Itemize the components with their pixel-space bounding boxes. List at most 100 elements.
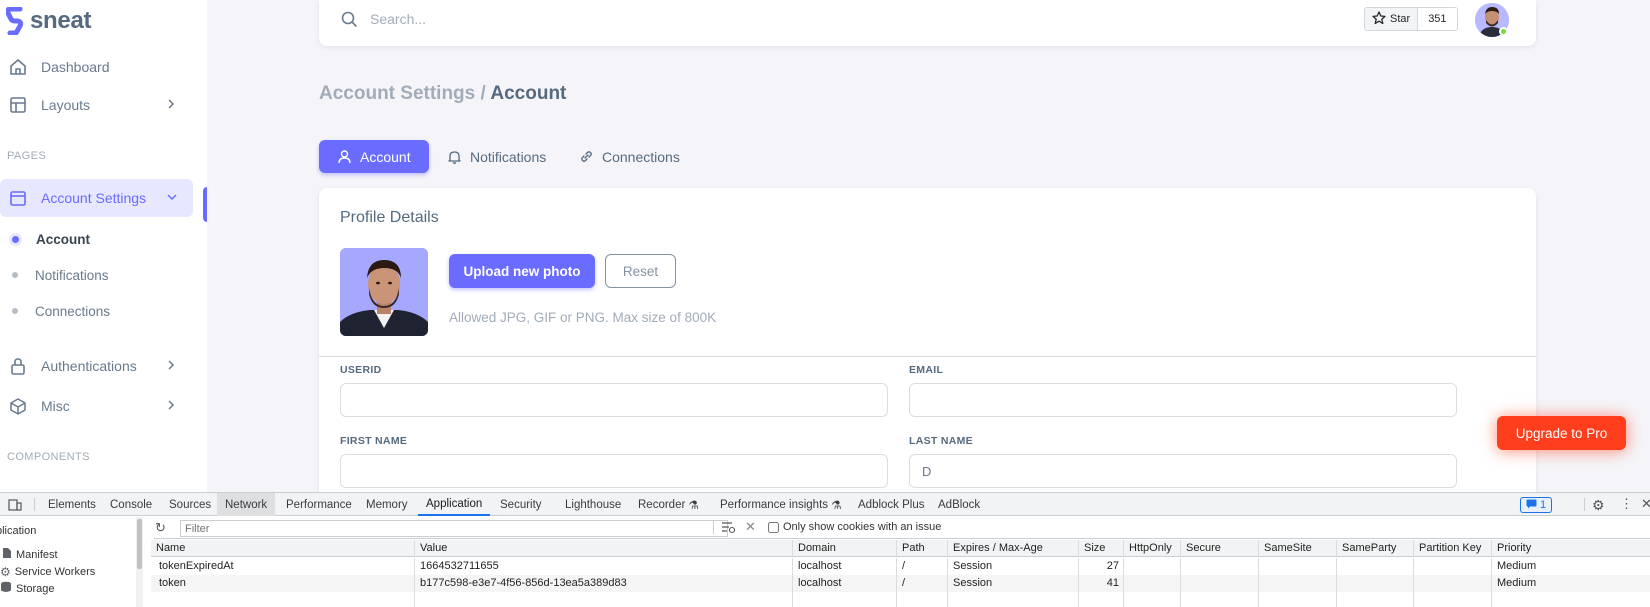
cell-secure [1181,558,1259,575]
column-header-secure[interactable]: Secure [1181,540,1259,557]
only-issues-checkbox[interactable] [768,522,779,533]
page-title: Account Settings / Account [319,83,566,105]
column-header-httponly[interactable]: HttpOnly [1124,540,1181,557]
column-header-path[interactable]: Path [897,540,948,557]
cookie-filter-input[interactable] [180,520,728,537]
chevron-right-icon [164,398,178,412]
sidebar-scrollbar[interactable] [136,517,143,607]
settings-gear-icon[interactable]: ⚙ [1592,497,1605,514]
sidebar-subitem-connections[interactable]: Connections [0,299,110,323]
empty-cell [1259,592,1337,607]
breadcrumb-parent: Account Settings / [319,83,486,104]
devtools-tab-adblock[interactable]: AdBlock [930,493,988,516]
cell-httponly [1124,575,1181,592]
sidebar-item-authentications[interactable]: Authentications [0,347,192,385]
cell-value: b177c598-e3e7-4f56-856d-13ea5a389d83 [415,575,793,592]
column-header-name[interactable]: Name [151,540,415,557]
top-navbar: Star 351 [319,0,1536,46]
devtools-application-sidebar: plication Manifest ⚙ Service Workers Sto… [0,517,143,607]
sidebar-subitem-notifications[interactable]: Notifications [0,263,109,287]
sidebar-section-application[interactable]: plication [0,522,36,539]
cell-partition-key [1414,558,1492,575]
chevron-right-icon [164,97,178,111]
column-header-priority[interactable]: Priority [1492,540,1650,557]
refresh-icon[interactable]: ↻ [155,520,166,536]
clear-all-icon[interactable]: ✕ [745,519,756,535]
devtools-tab-security[interactable]: Security [492,493,550,516]
table-row[interactable]: token b177c598-e3e7-4f56-856d-13ea5a389d… [151,575,1650,592]
star-label: Star [1390,13,1411,25]
search-input[interactable] [370,9,770,29]
sidebar-item-account-settings[interactable]: Account Settings [0,179,193,217]
cube-icon [8,396,28,416]
devtools-tab-lighthouse[interactable]: Lighthouse [557,493,629,516]
devtools-panel: Elements Console Sources Network Perform… [0,492,1650,607]
email-field[interactable] [909,383,1457,417]
devtools-tab-performance[interactable]: Performance [278,493,360,516]
devtools-tab-memory[interactable]: Memory [358,493,416,516]
sidebar-item-misc[interactable]: Misc [0,387,192,425]
column-header-sameparty[interactable]: SameParty [1337,540,1414,557]
tab-label: Notifications [470,148,547,165]
userid-field[interactable] [340,383,888,417]
sidebar-item-manifest[interactable]: Manifest [2,546,58,563]
empty-table-row [151,592,1650,607]
reset-button[interactable]: Reset [605,254,676,288]
sidebar-item-storage[interactable]: Storage [0,580,55,597]
issues-badge[interactable]: 1 [1520,497,1553,513]
devtools-tab-adblock-plus[interactable]: Adblock Plus [850,493,932,516]
sidebar-item-label: Account Settings [41,190,147,206]
tab-connections[interactable]: Connections [561,140,698,173]
brand-logo[interactable]: sneat [6,7,92,35]
cell-priority: Medium [1497,560,1537,572]
cell-size: 27 [1079,558,1124,575]
devtools-tab-console[interactable]: Console [102,493,160,516]
cell-sameparty [1337,558,1414,575]
column-header-samesite[interactable]: SameSite [1259,540,1337,557]
first-name-field[interactable] [340,454,888,488]
column-header-value[interactable]: Value [415,540,793,557]
github-star-button[interactable]: Star 351 [1364,7,1458,31]
sidebar-item-label: Manifest [16,548,58,561]
dock-icon [8,188,28,208]
devtools-tab-application[interactable]: Application [418,493,491,516]
column-header-size[interactable]: Size [1079,540,1124,557]
empty-cell [1079,592,1124,607]
last-name-field[interactable] [909,454,1457,488]
more-options-icon[interactable]: ⋮ [1620,496,1633,512]
empty-cell [948,592,1079,607]
close-devtools-icon[interactable]: ✕ [1641,496,1650,512]
user-icon [337,149,352,164]
sidebar-subitem-account[interactable]: Account [0,227,90,251]
empty-cell [415,592,793,607]
profile-photo [340,248,428,336]
column-header-partition-key[interactable]: Partition Key [1414,540,1492,557]
column-header-expires[interactable]: Expires / Max-Age [948,540,1079,557]
column-header-domain[interactable]: Domain [793,540,897,557]
tab-label: Account [360,148,411,165]
table-row[interactable]: tokenExpiredAt 1664532711655 localhost /… [151,558,1650,575]
devtools-tab-recorder[interactable]: Recorder ⚗ [630,493,707,516]
bullet-dot-icon [12,235,19,243]
sidebar-item-dashboard[interactable]: Dashboard [0,48,192,86]
devtools-tab-sources[interactable]: Sources [161,493,219,516]
upgrade-to-pro-button[interactable]: Upgrade to Pro [1497,416,1626,450]
star-count[interactable]: 351 [1418,8,1457,30]
clear-filtered-cookies-icon[interactable] [721,520,736,537]
star-label-box[interactable]: Star [1365,8,1419,30]
star-icon [1372,10,1386,28]
upload-photo-button[interactable]: Upload new photo [449,254,595,288]
cell-value: 1664532711655 [415,558,793,575]
devtools-tab-elements[interactable]: Elements [40,493,104,516]
sidebar-item-layouts[interactable]: Layouts [0,86,192,124]
divider [319,356,1536,357]
device-toolbar-icon[interactable] [8,498,22,515]
devtools-tab-network[interactable]: Network [217,493,276,516]
tab-notifications[interactable]: Notifications [429,140,564,173]
devtools-tab-performance-insights[interactable]: Performance insights ⚗ [712,493,850,516]
tab-account[interactable]: Account [319,140,429,173]
issues-count: 1 [1540,499,1547,511]
tab-separator [1584,498,1585,511]
scrollbar-thumb[interactable] [137,519,142,569]
sidebar-item-service-workers[interactable]: ⚙ Service Workers [0,563,95,580]
